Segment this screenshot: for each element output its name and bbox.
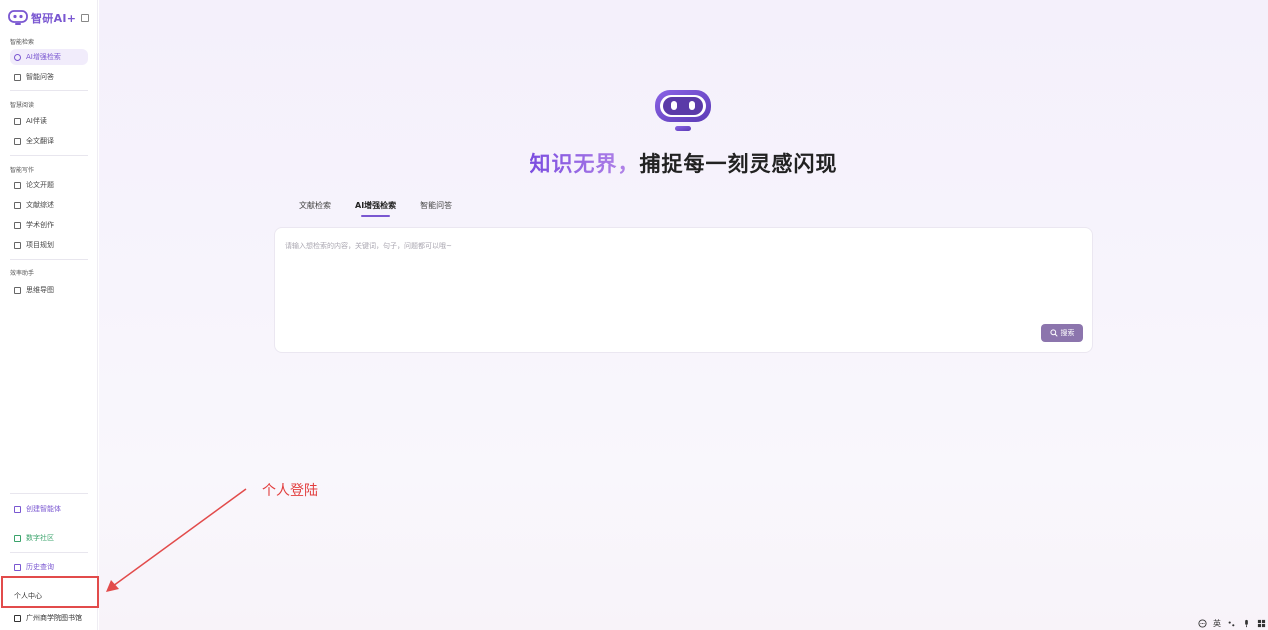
punctuation-icon[interactable]	[1227, 619, 1236, 628]
sidebar-divider	[10, 90, 88, 91]
sidebar-item-label: AI增强检索	[26, 53, 61, 61]
search-icon	[1049, 329, 1058, 337]
main-content: 知识无界，捕捉每一刻灵感闪现 文献检索 AI增强检索 智能问答 搜索	[99, 0, 1268, 630]
app-logo[interactable]: 智研AI+	[8, 9, 76, 27]
pen-icon	[14, 221, 21, 229]
search-input[interactable]	[285, 238, 1045, 254]
robot-logo-icon	[655, 90, 711, 131]
translate-icon	[14, 137, 21, 145]
sidebar-divider	[10, 155, 88, 156]
robot-logo-icon	[8, 10, 28, 25]
book-icon	[14, 117, 21, 125]
headline-rest: 捕捉每一刻灵感闪现	[639, 152, 838, 176]
tab-ai-search[interactable]: AI增强检索	[355, 200, 396, 217]
grid-icon[interactable]	[1257, 619, 1266, 628]
sidebar-item-label: 全文翻译	[26, 137, 54, 145]
create-agent-button[interactable]: 创建智能体	[10, 502, 88, 516]
history-icon	[14, 563, 21, 571]
project-icon	[14, 241, 21, 249]
search-button-label: 搜索	[1060, 329, 1075, 337]
page-headline: 知识无界，捕捉每一刻灵感闪现	[99, 148, 1268, 178]
search-button[interactable]: 搜索	[1041, 324, 1083, 342]
sidebar-item-label: 项目规划	[26, 241, 54, 249]
annotation-highlight-box	[1, 576, 99, 608]
sidebar-item-review[interactable]: 文献综述	[10, 197, 88, 213]
create-agent-icon	[14, 505, 21, 513]
sidebar-collapse-icon[interactable]	[81, 14, 89, 22]
sidebar-item-label: AI伴读	[26, 117, 47, 125]
section-title-reading: 智慧阅读	[10, 102, 35, 109]
search-box: 搜索	[274, 227, 1093, 353]
search-tabs: 文献检索 AI增强检索 智能问答	[299, 200, 452, 217]
sidebar-divider	[10, 259, 88, 260]
system-tray: 英	[1198, 617, 1266, 629]
sidebar-item-ai-reading[interactable]: AI伴读	[10, 113, 88, 129]
sidebar-item-label: 智能问答	[26, 73, 54, 81]
community-icon	[14, 534, 21, 542]
sidebar-item-label: 思维导图	[26, 286, 54, 294]
sidebar-item-label: 文献综述	[26, 201, 54, 209]
sidebar-item-academic-writing[interactable]: 学术创作	[10, 217, 88, 233]
search-icon	[14, 53, 21, 61]
sidebar-item-label: 论文开题	[26, 181, 54, 189]
headline-accent: 知识无界，	[529, 152, 640, 176]
sidebar-divider	[10, 552, 88, 553]
sidebar-item-label: 学术创作	[26, 221, 54, 229]
chat-icon[interactable]	[1198, 618, 1207, 628]
community-button[interactable]: 数字社区	[10, 531, 88, 545]
edit-icon	[14, 73, 21, 81]
sidebar-item-mindmap[interactable]: 思维导图	[10, 282, 88, 298]
sidebar-item-translate[interactable]: 全文翻译	[10, 133, 88, 149]
review-icon	[14, 201, 21, 209]
mindmap-icon	[14, 286, 21, 294]
sidebar-item-proposal[interactable]: 论文开题	[10, 177, 88, 193]
section-title-writing: 智能写作	[10, 167, 35, 174]
library-icon	[14, 614, 21, 622]
sidebar-item-qa[interactable]: 智能问答	[10, 69, 88, 85]
annotation-label: 个人登陆	[262, 483, 318, 499]
app-title: 智研AI+	[31, 12, 77, 25]
microphone-icon[interactable]	[1242, 619, 1251, 628]
tab-literature-search[interactable]: 文献检索	[299, 200, 331, 215]
section-title-search: 智能检索	[10, 39, 35, 46]
library-button[interactable]: 广州商学院图书馆	[10, 611, 88, 625]
history-button[interactable]: 历史查询	[10, 560, 88, 574]
sidebar-item-project-plan[interactable]: 项目规划	[10, 237, 88, 253]
sidebar-divider	[10, 493, 88, 494]
section-title-efficiency: 效率助手	[10, 270, 35, 277]
sidebar: 智研AI+ 智能检索 AI增强检索 智能问答 智慧阅读 AI伴读 全文翻译 智能…	[0, 0, 98, 630]
document-icon	[14, 181, 21, 189]
ime-language-indicator[interactable]: 英	[1213, 618, 1221, 629]
sidebar-item-ai-search[interactable]: AI增强检索	[10, 49, 88, 65]
tab-qa[interactable]: 智能问答	[420, 200, 452, 215]
